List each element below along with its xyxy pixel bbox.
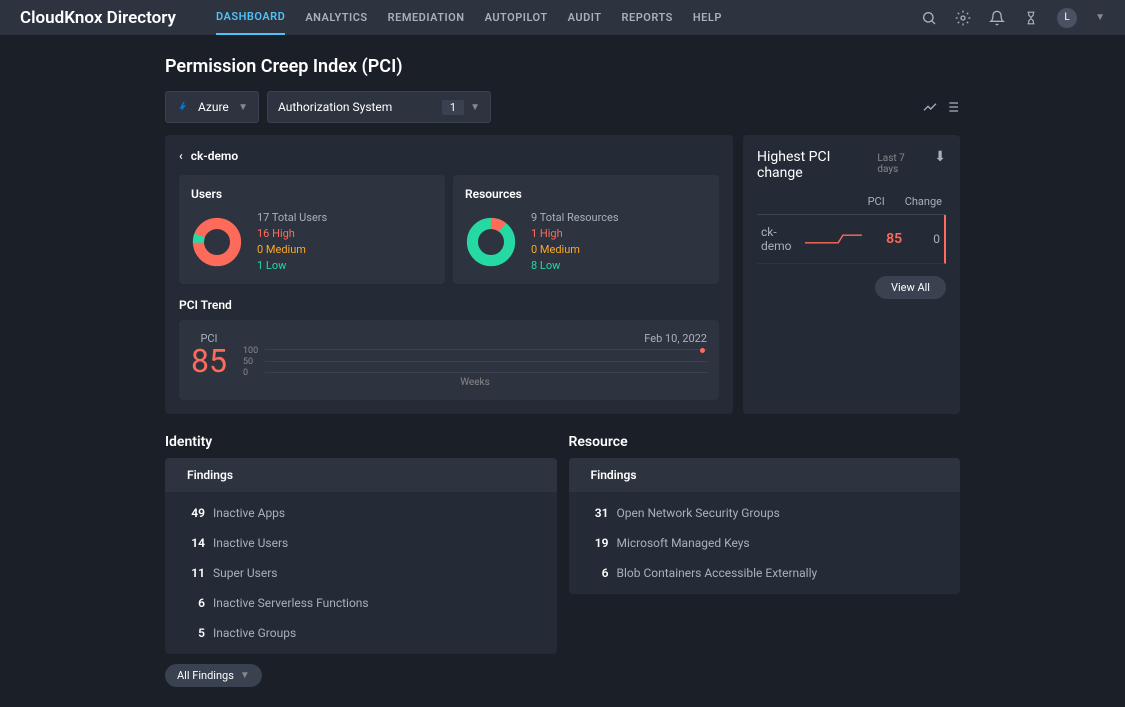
identity-findings-list: 49Inactive Apps 14Inactive Users 11Super…	[165, 492, 557, 654]
user-avatar[interactable]: L	[1057, 8, 1077, 28]
chart-view-icon[interactable]	[922, 99, 938, 115]
chevron-down-icon: ▼	[238, 102, 248, 113]
hourglass-icon[interactable]	[1023, 10, 1039, 26]
auth-label: Authorization System	[278, 100, 392, 114]
view-all-button[interactable]: View All	[875, 276, 946, 299]
resources-card-title: Resources	[465, 187, 707, 201]
highest-pci-panel: Highest PCI change Last 7 days ⬇ PCI Cha…	[743, 135, 960, 414]
main-nav: DASHBOARD ANALYTICS REMEDIATION AUTOPILO…	[216, 0, 722, 35]
highest-range: Last 7 days	[877, 153, 922, 175]
resources-total: 9 Total Resources	[531, 211, 619, 224]
chevron-down-icon: ▼	[470, 102, 480, 113]
finding-item[interactable]: 6Blob Containers Accessible Externally	[569, 558, 961, 588]
resources-donut-icon	[465, 216, 517, 268]
finding-item[interactable]: 31Open Network Security Groups	[569, 498, 961, 528]
chart-point-icon	[700, 348, 705, 353]
nav-autopilot[interactable]: AUTOPILOT	[485, 0, 548, 35]
trend-chart: Feb 10, 2022 100 50 0 Weeks	[243, 332, 707, 388]
trend-title: PCI Trend	[179, 298, 719, 312]
users-low: 1 Low	[257, 259, 327, 272]
app-header: CloudKnox Directory DASHBOARD ANALYTICS …	[0, 0, 1125, 36]
stat-cards: Users 17 Total Users 16 High 0 Medium 1 …	[179, 175, 719, 284]
nav-help[interactable]: HELP	[693, 0, 722, 35]
users-card: Users 17 Total Users 16 High 0 Medium 1 …	[179, 175, 445, 284]
bell-icon[interactable]	[989, 10, 1005, 26]
finding-item[interactable]: 49Inactive Apps	[165, 498, 557, 528]
azure-icon	[176, 100, 190, 114]
resource-findings: Resource Findings 31Open Network Securit…	[569, 434, 961, 654]
users-card-title: Users	[191, 187, 433, 201]
resources-high: 1 High	[531, 227, 619, 240]
breadcrumb-name: ck-demo	[191, 149, 238, 163]
row-change: 0	[902, 232, 940, 246]
trend-date: Feb 10, 2022	[243, 332, 707, 345]
resources-medium: 0 Medium	[531, 243, 619, 256]
resource-findings-header: Findings	[569, 458, 961, 492]
y-axis-labels: 100 50 0	[243, 346, 258, 378]
auth-count-badge: 1	[442, 100, 464, 115]
nav-dashboard[interactable]: DASHBOARD	[216, 0, 285, 35]
identity-title: Identity	[165, 434, 557, 450]
users-total: 17 Total Users	[257, 211, 327, 224]
pci-panel: ‹ ck-demo Users 17 Total Users 16 High 0…	[165, 135, 733, 414]
all-findings-button[interactable]: All Findings ▼	[165, 664, 262, 687]
nav-remediation[interactable]: REMEDIATION	[388, 0, 465, 35]
highest-title: Highest PCI change	[757, 149, 865, 181]
dashboard-panels: ‹ ck-demo Users 17 Total Users 16 High 0…	[165, 135, 960, 414]
finding-item[interactable]: 19Microsoft Managed Keys	[569, 528, 961, 558]
chevron-down-icon[interactable]: ▼	[1095, 12, 1105, 23]
finding-item[interactable]: 11Super Users	[165, 558, 557, 588]
row-pci: 85	[874, 231, 902, 247]
col-change: Change	[905, 195, 942, 208]
findings-section: Identity Findings 49Inactive Apps 14Inac…	[165, 434, 960, 654]
identity-findings: Identity Findings 49Inactive Apps 14Inac…	[165, 434, 557, 654]
finding-item[interactable]: 6Inactive Serverless Functions	[165, 588, 557, 618]
x-axis-label: Weeks	[243, 377, 707, 388]
users-medium: 0 Medium	[257, 243, 327, 256]
download-icon[interactable]: ⬇	[934, 149, 946, 165]
search-icon[interactable]	[921, 10, 937, 26]
nav-analytics[interactable]: ANALYTICS	[305, 0, 367, 35]
resources-low: 8 Low	[531, 259, 619, 272]
identity-findings-header: Findings	[165, 458, 557, 492]
chevron-down-icon: ▼	[240, 670, 250, 681]
auth-system-dropdown[interactable]: Authorization System 1 ▼	[267, 91, 491, 123]
resource-findings-list: 31Open Network Security Groups 19Microso…	[569, 492, 961, 594]
header-actions: L ▼	[921, 8, 1105, 28]
table-header: PCI Change	[757, 189, 946, 215]
app-logo: CloudKnox Directory	[20, 8, 176, 28]
pci-score: PCI 85	[191, 332, 227, 388]
sparkline-icon	[805, 232, 862, 246]
back-icon[interactable]: ‹	[179, 149, 183, 163]
resource-title: Resource	[569, 434, 961, 450]
breadcrumb: ‹ ck-demo	[179, 149, 719, 163]
finding-item[interactable]: 5Inactive Groups	[165, 618, 557, 648]
list-view-icon[interactable]	[944, 99, 960, 115]
pci-value: 85	[191, 345, 227, 377]
table-row[interactable]: ck-demo 85 0	[757, 215, 946, 264]
page-title: Permission Creep Index (PCI)	[165, 56, 960, 77]
gear-icon[interactable]	[955, 10, 971, 26]
row-name: ck-demo	[761, 225, 805, 253]
users-high: 16 High	[257, 227, 327, 240]
nav-reports[interactable]: REPORTS	[622, 0, 673, 35]
main-content: Permission Creep Index (PCI) Azure ▼ Aut…	[0, 36, 1125, 707]
provider-dropdown[interactable]: Azure ▼	[165, 91, 259, 123]
nav-audit[interactable]: AUDIT	[568, 0, 602, 35]
chart-area	[265, 349, 707, 373]
trend-panel: PCI 85 Feb 10, 2022 100 50 0 Weeks	[179, 320, 719, 400]
resources-card: Resources 9 Total Resources 1 High 0 Med…	[453, 175, 719, 284]
provider-label: Azure	[198, 100, 229, 114]
users-donut-icon	[191, 216, 243, 268]
filter-controls: Azure ▼ Authorization System 1 ▼	[165, 91, 960, 123]
col-pci: PCI	[868, 195, 885, 208]
finding-item[interactable]: 14Inactive Users	[165, 528, 557, 558]
view-toggle	[922, 99, 960, 115]
